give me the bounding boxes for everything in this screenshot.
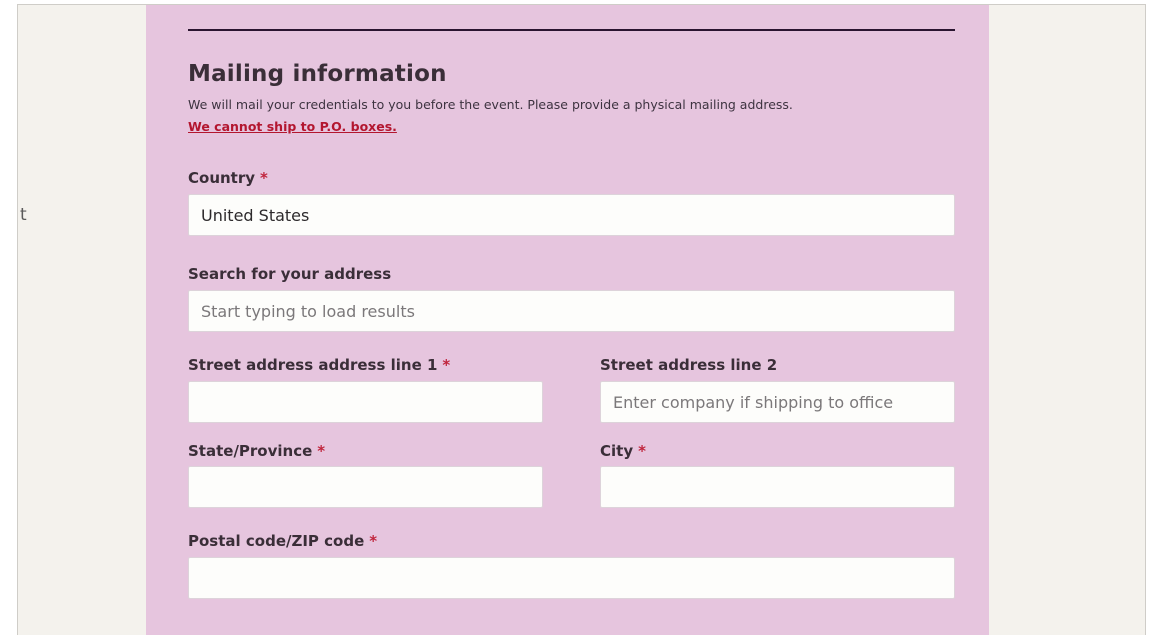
country-field[interactable]: [188, 194, 955, 236]
browser-viewport: t Mailing information We will mail your …: [17, 4, 1146, 635]
required-marker: *: [317, 442, 326, 460]
city-label-text: City: [600, 442, 634, 460]
section-description: We will mail your credentials to you bef…: [188, 97, 793, 112]
street-line2-label: Street address line 2: [600, 356, 777, 374]
street-line2-input[interactable]: [600, 381, 955, 423]
street-line2-label-text: Street address line 2: [600, 356, 778, 374]
required-marker: *: [369, 532, 378, 550]
side-text-fragment: t: [20, 205, 27, 225]
country-label: Country *: [188, 169, 268, 187]
required-marker: *: [638, 442, 646, 460]
city-input[interactable]: [600, 466, 955, 508]
postal-code-input[interactable]: [188, 557, 955, 599]
street-line1-label: Street address address line 1 *: [188, 356, 450, 374]
country-label-text: Country: [188, 169, 256, 187]
street-line1-input[interactable]: [188, 381, 543, 423]
postal-code-label-text: Postal code/ZIP code: [188, 532, 365, 550]
po-box-warning-link[interactable]: We cannot ship to P.O. boxes.: [188, 119, 397, 134]
address-search-label-text: Search for your address: [188, 265, 392, 283]
required-marker: *: [260, 169, 268, 187]
section-divider: [188, 29, 955, 31]
mailing-form-panel: Mailing information We will mail your cr…: [146, 5, 989, 635]
postal-code-label: Postal code/ZIP code *: [188, 532, 377, 550]
address-search-label: Search for your address: [188, 265, 391, 283]
state-province-input[interactable]: [188, 466, 543, 508]
required-marker: *: [442, 356, 451, 374]
section-title: Mailing information: [188, 61, 447, 87]
state-label: State/Province *: [188, 442, 325, 460]
city-label: City *: [600, 442, 646, 460]
address-search-input[interactable]: [188, 290, 955, 332]
state-label-text: State/Province: [188, 442, 313, 460]
street-line1-label-text: Street address address line 1: [188, 356, 438, 374]
